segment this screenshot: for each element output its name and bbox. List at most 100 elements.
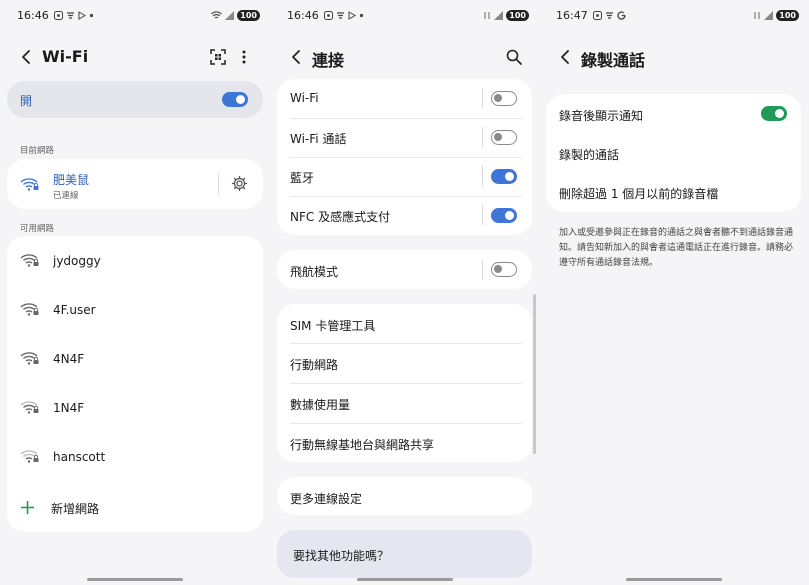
home-indicator[interactable] bbox=[626, 578, 722, 581]
cell-signal-icon bbox=[225, 10, 235, 20]
mobile-network-row[interactable]: 行動網路 bbox=[277, 343, 532, 383]
screenshot-icon bbox=[53, 10, 63, 20]
status-bar: 16:46 100 bbox=[287, 8, 529, 22]
show-notification-toggle[interactable] bbox=[761, 106, 787, 121]
row-label: 錄製的通話 bbox=[559, 148, 620, 162]
airplane-mode-row[interactable]: 飛航模式 bbox=[277, 250, 532, 289]
app-bar: 錄製通話 bbox=[539, 44, 809, 70]
back-icon[interactable] bbox=[18, 48, 36, 66]
looking-label: 要找其他功能嗎？ bbox=[293, 549, 390, 563]
wifi-secured-icon bbox=[20, 401, 39, 414]
row-label: Wi-Fi bbox=[290, 91, 319, 105]
wifi-secured-icon bbox=[20, 450, 39, 463]
list-item[interactable]: 4N4F bbox=[7, 348, 263, 372]
add-network-button[interactable]: 新增網路 bbox=[7, 496, 263, 520]
plus-icon bbox=[21, 501, 34, 514]
network-name: 4F.user bbox=[53, 303, 96, 317]
recording-hint-text: 加入或受邀參與正在錄音的通話之與會者聽不到通話錄音通知。請告知新加入的與會者這通… bbox=[559, 228, 794, 268]
bluetooth-row[interactable]: 藍牙 bbox=[277, 157, 532, 196]
add-network-label: 新增網路 bbox=[51, 502, 100, 516]
signal-filter-icon bbox=[336, 11, 344, 19]
wifi-secured-icon bbox=[20, 303, 39, 316]
more-connection-settings-row[interactable]: 更多連線設定 bbox=[277, 477, 532, 515]
qr-scan-icon[interactable] bbox=[208, 47, 228, 67]
list-item[interactable]: 4F.user bbox=[7, 299, 263, 323]
scrollbar[interactable] bbox=[533, 294, 536, 454]
available-networks-card bbox=[7, 236, 263, 532]
status-time: 16:46 bbox=[287, 8, 319, 22]
network-name: hanscott bbox=[53, 450, 106, 464]
call-recording-settings-group: 錄音後顯示通知 錄製的通話 刪除超過 1 個月以前的錄音檔 bbox=[546, 94, 801, 212]
status-bar: 16:46 100 bbox=[17, 8, 260, 22]
hotspot-tethering-row[interactable]: 行動無線基地台與網路共享 bbox=[277, 423, 532, 462]
connections-screen: 16:46 100 連接 Wi-Fi Wi-Fi 通話 藍牙 NFC 及感應式支… bbox=[270, 0, 539, 585]
network-name: 4N4F bbox=[53, 352, 85, 366]
wifi-secured-icon bbox=[20, 352, 39, 365]
page-title: 錄製通話 bbox=[581, 51, 646, 70]
wifi-master-toggle[interactable] bbox=[222, 92, 248, 107]
page-title: Wi-Fi bbox=[42, 47, 89, 66]
network-name: jydoggy bbox=[53, 254, 101, 268]
bluetooth-toggle[interactable] bbox=[491, 169, 517, 184]
screenshot-icon bbox=[323, 10, 333, 20]
more-options-icon[interactable] bbox=[234, 47, 254, 67]
back-icon[interactable] bbox=[557, 48, 575, 66]
dot-icon bbox=[359, 13, 363, 17]
battery-badge: 100 bbox=[237, 9, 260, 21]
home-indicator[interactable] bbox=[87, 578, 183, 581]
nfc-toggle[interactable] bbox=[491, 208, 517, 223]
screenshot-icon bbox=[592, 10, 602, 20]
list-item[interactable]: jydoggy bbox=[7, 250, 263, 274]
play-store-icon bbox=[348, 10, 356, 20]
signal-filter-icon bbox=[605, 11, 613, 19]
nfc-row[interactable]: NFC 及感應式支付 bbox=[277, 196, 532, 235]
network-name: 1N4F bbox=[53, 401, 85, 415]
call-recording-screen: 16:47 100 錄製通話 錄音後顯示通知 錄製的通話 刪除超過 1 個月以前… bbox=[539, 0, 809, 585]
back-icon[interactable] bbox=[288, 48, 306, 66]
data-arrows-icon bbox=[754, 11, 760, 19]
data-usage-row[interactable]: 數據使用量 bbox=[277, 383, 532, 423]
show-notification-row[interactable]: 錄音後顯示通知 bbox=[546, 94, 801, 133]
wifi-master-switch-row[interactable]: 開 bbox=[7, 81, 263, 118]
current-network-status: 已連線 bbox=[53, 191, 79, 201]
google-icon bbox=[617, 10, 626, 20]
wifi-screen: 16:46 100 Wi-Fi 開 目前網路 肥美鼠 已連線 可用網路 jydo… bbox=[0, 0, 270, 585]
status-time: 16:46 bbox=[17, 8, 49, 22]
home-indicator[interactable] bbox=[356, 578, 453, 581]
search-icon[interactable] bbox=[504, 47, 524, 67]
list-item[interactable]: 1N4F bbox=[7, 397, 263, 421]
row-label: 飛航模式 bbox=[290, 265, 339, 279]
row-label: SIM 卡管理工具 bbox=[290, 319, 376, 333]
current-network-card[interactable]: 肥美鼠 已連線 bbox=[7, 159, 263, 209]
signal-filter-icon bbox=[66, 11, 74, 19]
master-switch-label: 開 bbox=[20, 94, 33, 108]
row-label: 藍牙 bbox=[290, 171, 315, 185]
delete-old-recordings-row[interactable]: 刪除超過 1 個月以前的錄音檔 bbox=[546, 173, 801, 212]
row-label: 數據使用量 bbox=[290, 398, 351, 412]
recorded-calls-row[interactable]: 錄製的通話 bbox=[546, 133, 801, 173]
wifi-secured-icon bbox=[20, 254, 39, 267]
current-network-name: 肥美鼠 bbox=[53, 173, 90, 187]
looking-for-something-card[interactable]: 要找其他功能嗎？ bbox=[277, 530, 532, 578]
app-bar: 連接 bbox=[270, 44, 539, 70]
row-label: 行動無線基地台與網路共享 bbox=[290, 438, 435, 452]
data-arrows-icon bbox=[484, 11, 490, 19]
app-bar: Wi-Fi bbox=[0, 44, 270, 70]
sim-manager-row[interactable]: SIM 卡管理工具 bbox=[277, 304, 532, 343]
row-label: 更多連線設定 bbox=[290, 492, 363, 506]
wifi-toggle[interactable] bbox=[491, 91, 517, 106]
wifi-calling-toggle[interactable] bbox=[491, 130, 517, 145]
list-item[interactable]: hanscott bbox=[7, 446, 263, 470]
available-networks-header: 可用網路 bbox=[20, 224, 55, 234]
network-tools-group: SIM 卡管理工具 行動網路 數據使用量 行動無線基地台與網路共享 bbox=[277, 304, 532, 462]
network-settings-gear-icon[interactable] bbox=[231, 175, 248, 192]
airplane-mode-toggle[interactable] bbox=[491, 262, 517, 277]
row-label: 行動網路 bbox=[290, 358, 339, 372]
row-label: NFC 及感應式支付 bbox=[290, 210, 391, 224]
row-label: Wi-Fi 通話 bbox=[290, 132, 347, 146]
wifi-secured-icon bbox=[20, 178, 39, 191]
wifi-calling-row[interactable]: Wi-Fi 通話 bbox=[277, 118, 532, 157]
wifi-status-icon bbox=[211, 10, 223, 18]
status-bar: 16:47 100 bbox=[556, 8, 799, 22]
wifi-row[interactable]: Wi-Fi bbox=[277, 79, 532, 118]
